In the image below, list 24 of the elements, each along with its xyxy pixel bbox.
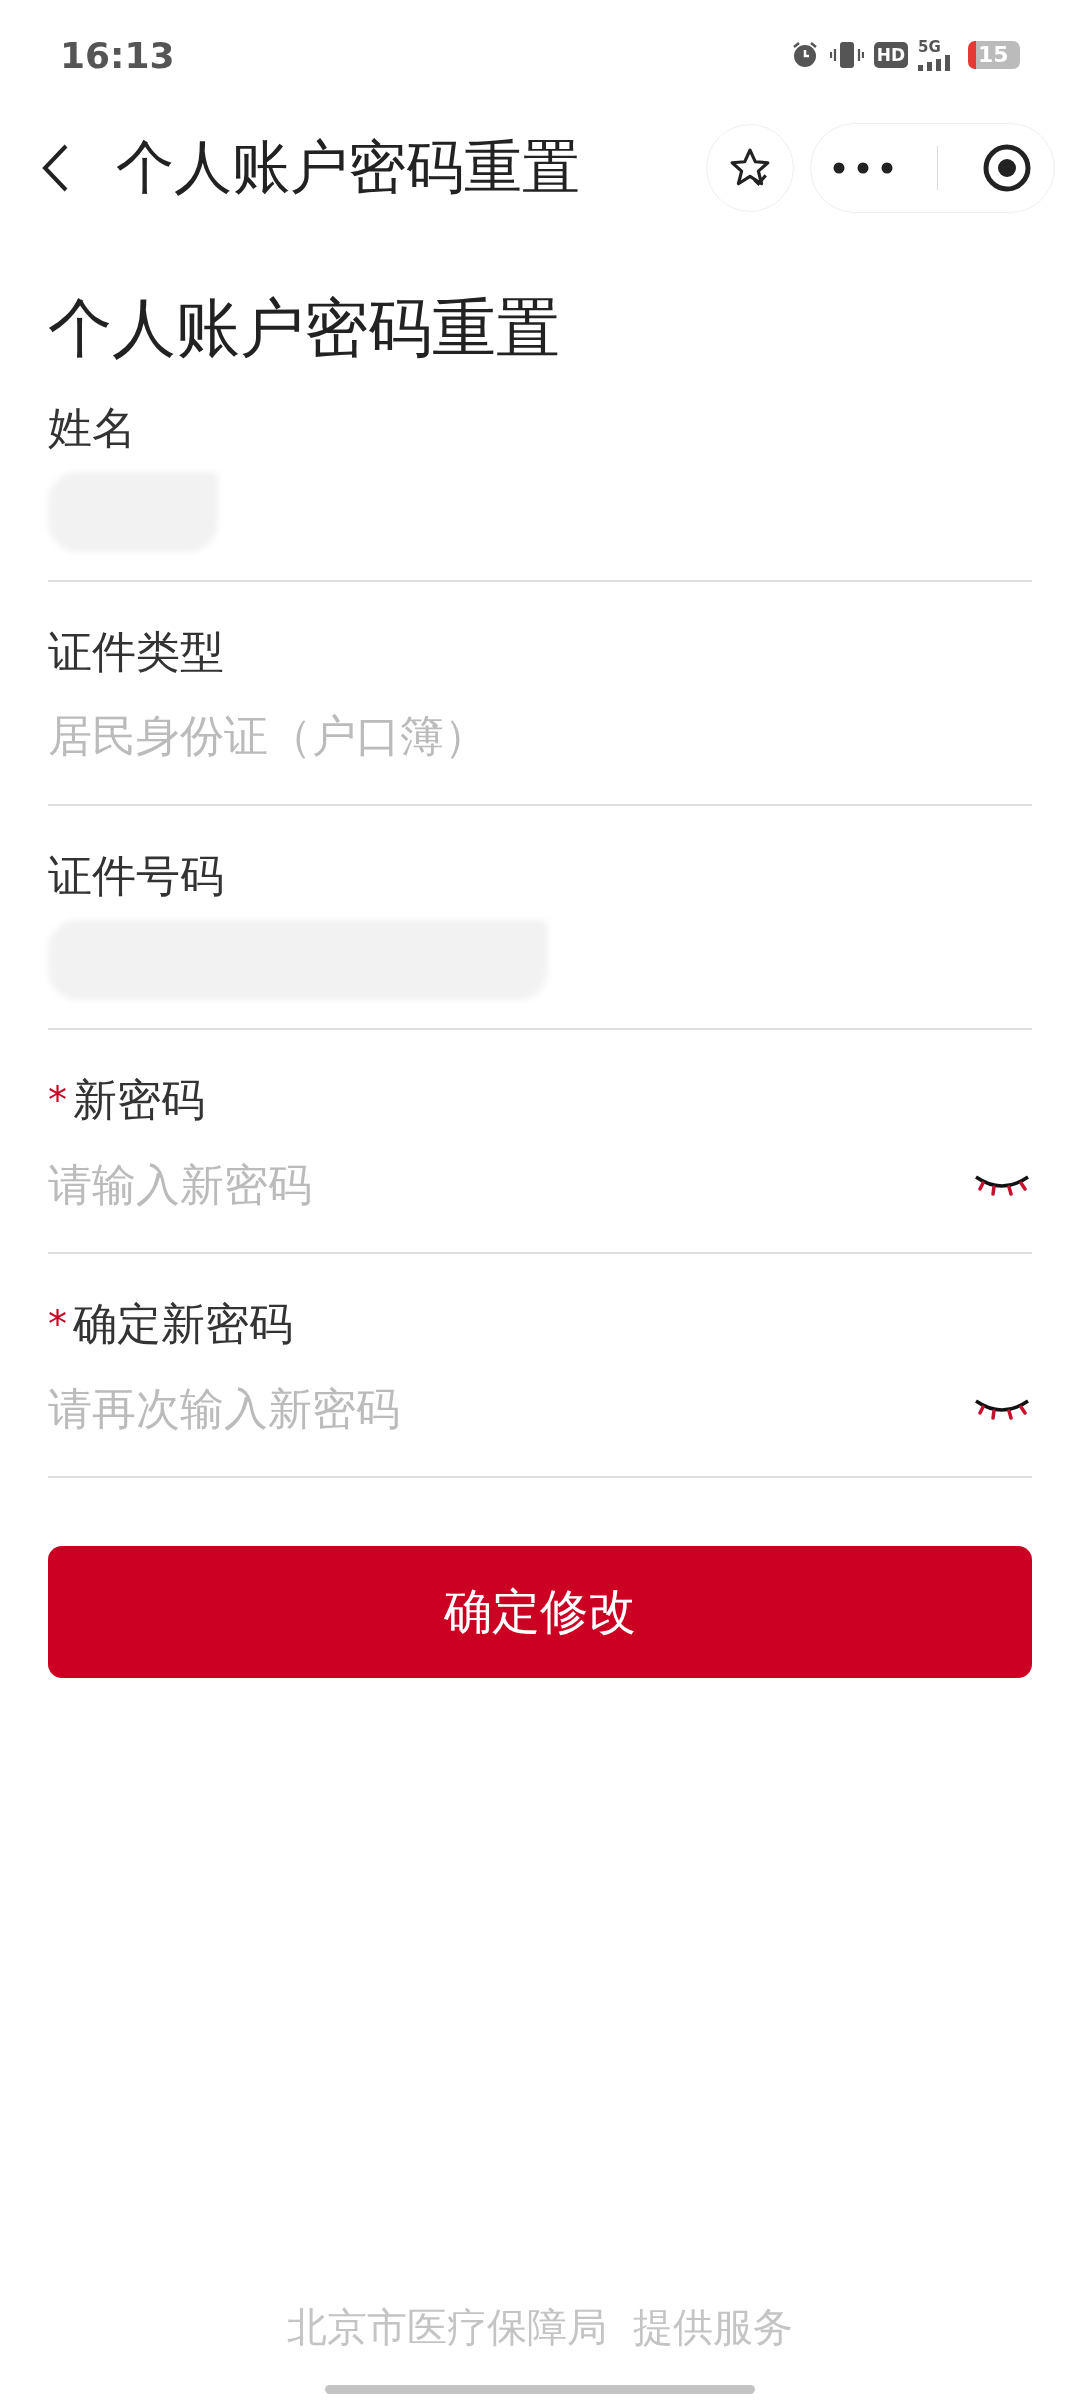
more-button[interactable] xyxy=(833,162,893,174)
hd-badge: HD xyxy=(873,42,908,68)
field-label: 确定新密码 xyxy=(73,1296,293,1351)
required-mark: * xyxy=(48,1078,67,1122)
field-value: 居民身份证（户口簿） xyxy=(48,708,488,763)
back-icon[interactable] xyxy=(40,143,70,193)
page-heading: 个人账户密码重置 xyxy=(48,290,561,367)
required-mark: * xyxy=(48,1302,67,1346)
password-field[interactable]: 请输入新密码 xyxy=(48,1154,972,1214)
submit-button[interactable]: 确定修改 xyxy=(48,1546,1032,1678)
network-label: 5G xyxy=(918,39,941,55)
battery-level: 15 xyxy=(977,41,1009,69)
status-time: 16:13 xyxy=(60,34,175,76)
star-icon xyxy=(729,147,771,189)
field-label: 证件号码 xyxy=(48,848,224,903)
field-label: 姓名 xyxy=(48,400,136,455)
close-button[interactable] xyxy=(982,143,1032,193)
field-label: 证件类型 xyxy=(48,624,224,679)
field-label: 新密码 xyxy=(73,1072,205,1127)
footer-provider: 北京市医疗保障局 xyxy=(287,2303,607,2352)
footer-text: 提供服务 xyxy=(633,2303,793,2352)
vibrate-icon xyxy=(829,40,864,70)
password-field[interactable]: 请再次输入新密码 xyxy=(48,1378,972,1438)
nav-title: 个人账户密码重置 xyxy=(116,132,581,203)
